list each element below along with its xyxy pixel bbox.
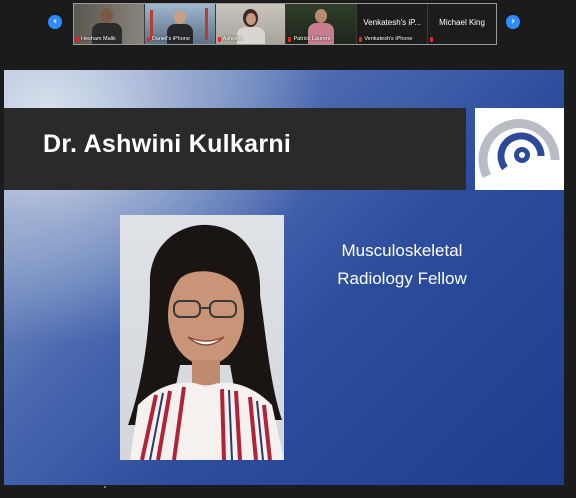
participant-name: Ashwini (217, 36, 242, 42)
speaker-photo (120, 215, 284, 460)
participant-name: Venkatesh's iPhone (359, 36, 412, 42)
muted-mic-icon (76, 36, 79, 42)
participant-name: Hesham Malik (76, 36, 116, 42)
muted-mic-icon (359, 36, 363, 42)
muted-mic-icon (146, 36, 150, 42)
participant-tile[interactable]: Patrick Laurent - (286, 4, 358, 44)
participant-display-name: Michael King (439, 18, 485, 27)
participant-name (430, 37, 434, 42)
portrait-image (128, 224, 284, 460)
subtitle-line-1: Musculoskeletal (341, 241, 463, 260)
chevron-left-icon[interactable]: ‹ (48, 15, 62, 29)
participant-name: Daniel's iPhone (146, 36, 190, 42)
muted-mic-icon (288, 36, 292, 42)
chevron-right-icon[interactable]: › (506, 15, 520, 29)
participant-strip: ‹ Hesham Malik Daniel's iPhone Ashwini P… (0, 0, 576, 46)
shared-screen-slide: Dr. Ashwini Kulkarni Musculoskeletal Rad… (4, 70, 564, 485)
muted-mic-icon (217, 36, 221, 42)
logo-box (475, 108, 564, 190)
participant-name: Patrick Laurent - (288, 36, 334, 42)
radiology-logo-icon (478, 119, 560, 179)
slide-title: Dr. Ashwini Kulkarni (43, 130, 292, 158)
participant-tiles: Hesham Malik Daniel's iPhone Ashwini Pat… (73, 3, 497, 45)
status-indicator (104, 486, 106, 488)
muted-mic-icon (430, 37, 434, 42)
subtitle-line-2: Radiology Fellow (337, 269, 467, 288)
participant-tile[interactable]: Michael King (428, 4, 496, 44)
participant-tile[interactable]: Daniel's iPhone (144, 4, 216, 44)
participant-tile[interactable]: Hesham Malik (74, 4, 145, 44)
slide-subtitle: Musculoskeletal Radiology Fellow (320, 237, 484, 293)
participant-display-name: Venkatesh's iP... (363, 18, 422, 27)
participant-tile[interactable]: Ashwini (215, 4, 287, 44)
participant-tile[interactable]: Venkatesh's iP... Venkatesh's iPhone (357, 4, 429, 44)
